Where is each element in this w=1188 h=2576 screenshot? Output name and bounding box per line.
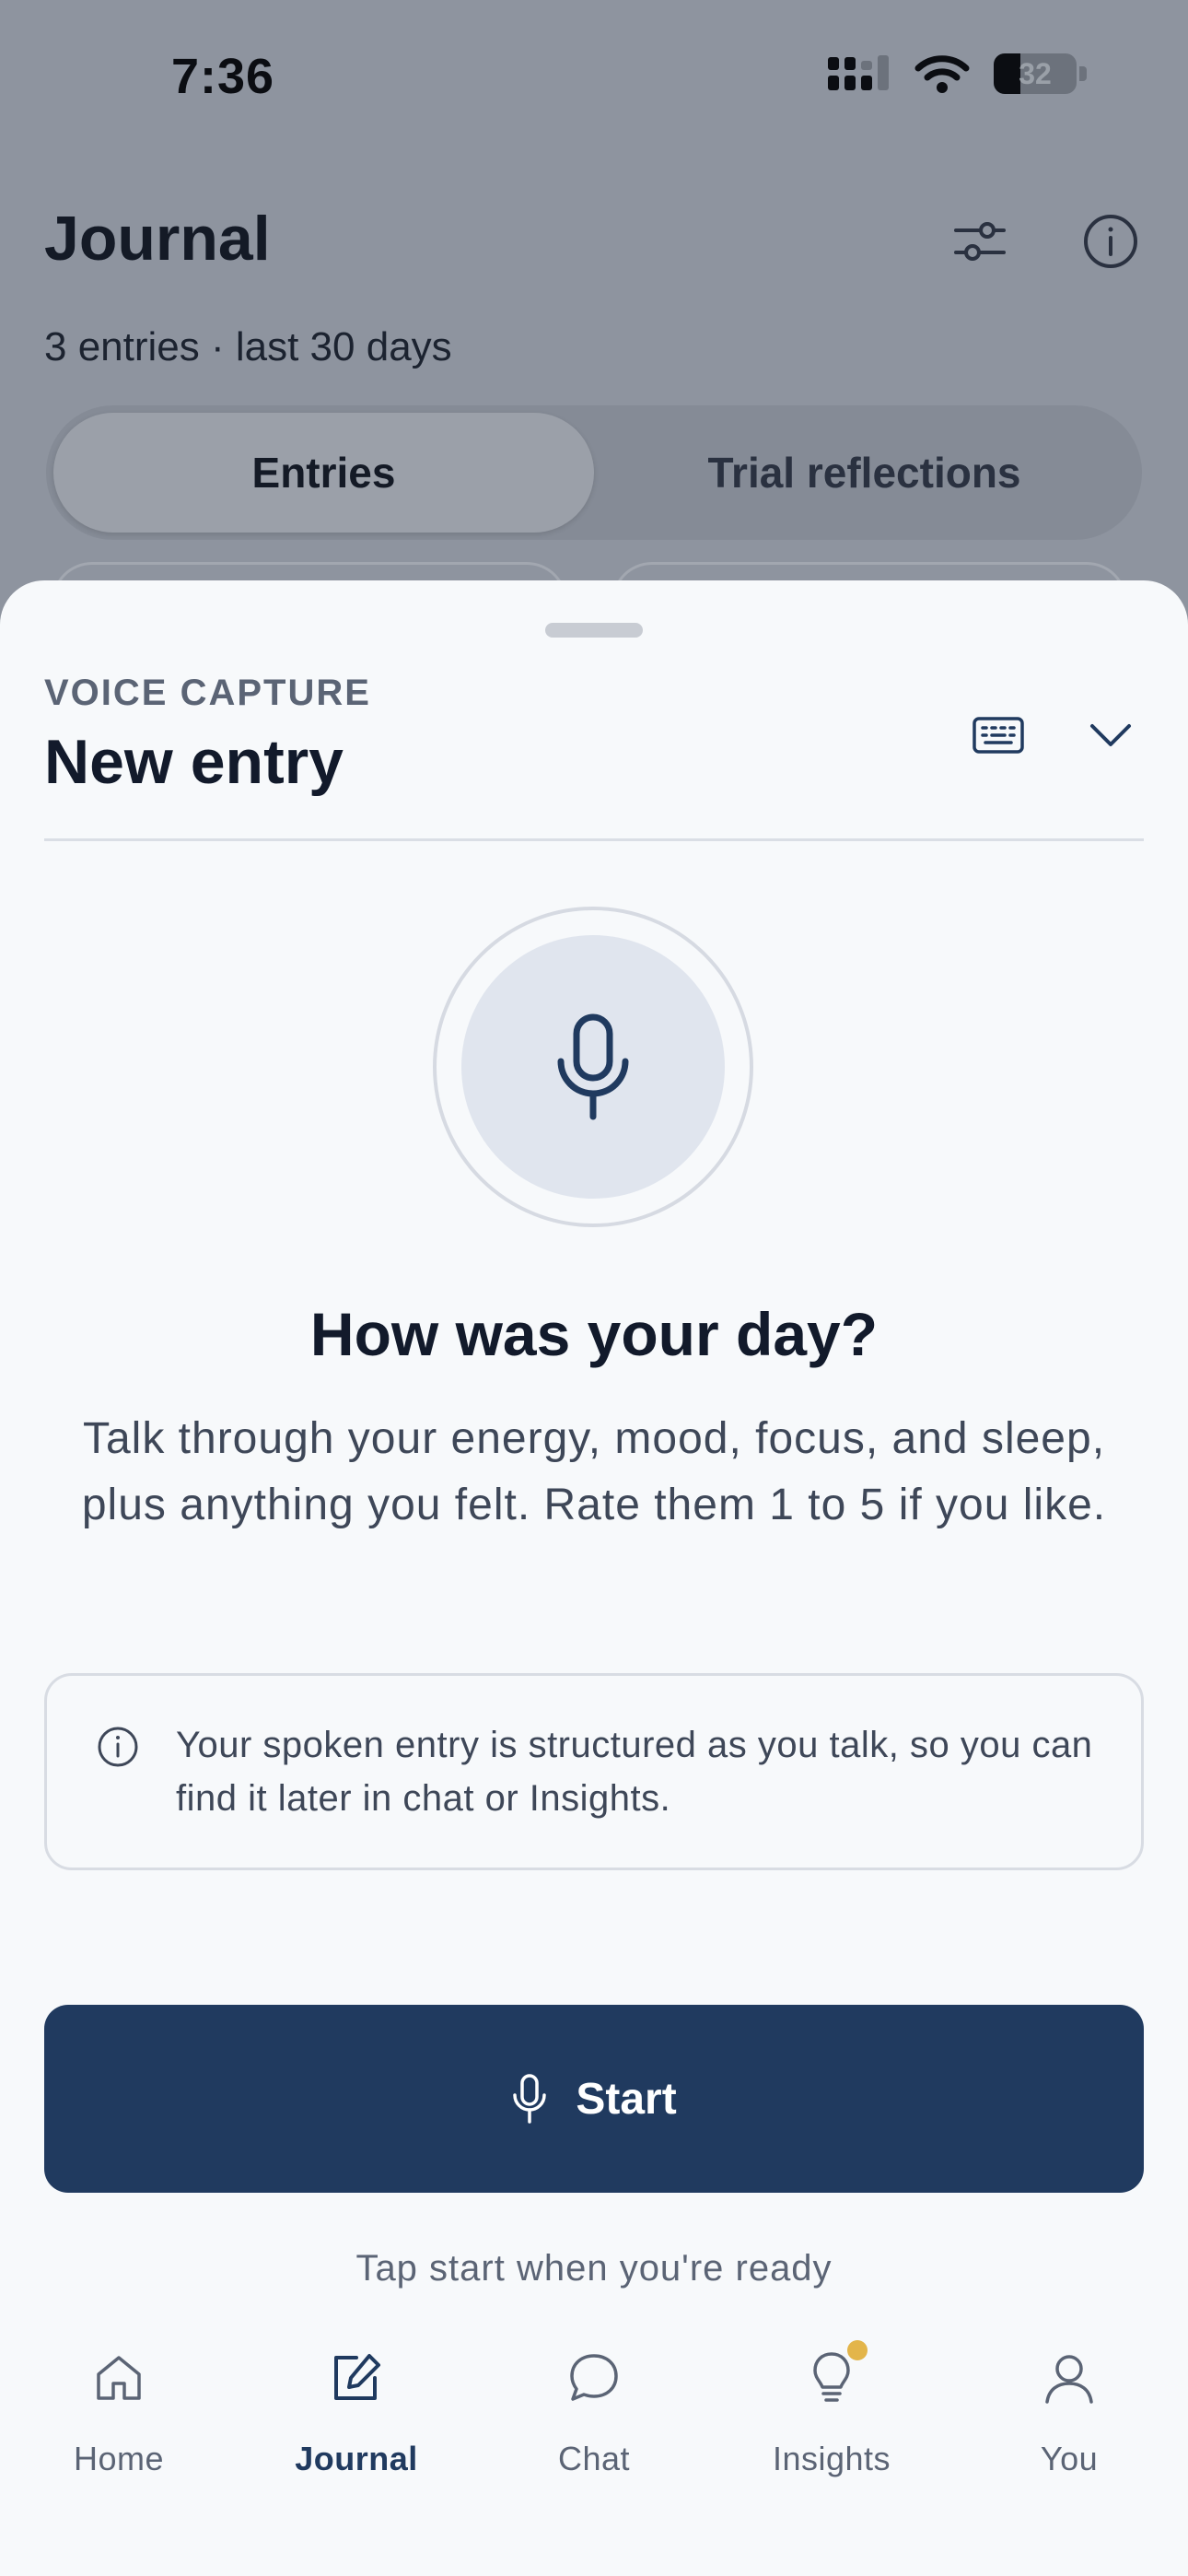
notification-dot [847,2340,868,2360]
status-time: 7:36 [171,49,275,104]
screen: 7:36 32 Journal 3 entries · last 30 days… [0,0,1188,2576]
tab-label: You [1040,2440,1099,2477]
lightbulb-icon [799,2340,868,2410]
prompt-title: How was your day? [309,1300,879,1368]
start-button[interactable]: Start [44,2005,1144,2193]
sheet-title: New entry [44,727,344,797]
start-hint: Tap start when you're ready [355,2248,833,2289]
microphone-icon [513,2074,547,2124]
sheet-actions [965,702,1144,768]
battery-icon: 32 [994,53,1077,94]
filter-button[interactable] [947,208,1013,275]
status-bar: 7:36 32 [0,0,1188,157]
entries-summary: 3 entries · last 30 days [44,324,452,369]
record-button[interactable] [433,907,753,1227]
voice-capture-sheet: VOICE CAPTURE New entry How was your day… [0,580,1188,2576]
info-note-text: Your spoken entry is structured as you t… [176,1725,1093,1819]
divider [44,838,1144,841]
page-title: Journal [44,204,271,274]
header-actions [947,208,1144,275]
info-button[interactable] [1077,208,1144,275]
mic-circle [461,935,725,1199]
sliders-icon [954,222,1006,261]
user-icon [1037,2346,1101,2410]
collapse-sheet-button[interactable] [1077,702,1144,768]
tab-label: Home [73,2440,165,2477]
info-icon [98,1727,138,1767]
tab-label: Journal [295,2440,418,2477]
tab-chat[interactable]: Chat [475,2303,713,2576]
chat-bubble-icon [562,2346,626,2410]
wifi-icon [914,55,970,93]
segment-trial-reflections[interactable]: Trial reflections [594,413,1135,533]
info-note: Your spoken entry is structured as you t… [44,1673,1144,1870]
segmented-control: Entries Trial reflections [46,405,1142,540]
status-icons: 32 [826,53,1087,94]
tab-bar: Home Journal Chat Insights You [0,2303,1188,2576]
cellular-signal-icon [828,55,889,90]
home-icon [87,2346,151,2410]
edit-icon [324,2346,389,2410]
battery-level: 32 [1019,57,1052,90]
keyboard-mode-button[interactable] [965,702,1031,768]
microphone-icon [557,1013,629,1120]
sheet-grabber[interactable] [545,623,643,638]
segment-entries[interactable]: Entries [53,413,594,533]
tab-label: Insights [772,2440,891,2477]
tab-journal[interactable]: Journal [238,2303,475,2576]
start-button-label: Start [576,2074,677,2124]
keyboard-icon [973,717,1024,754]
tab-home[interactable]: Home [0,2303,238,2576]
chevron-down-icon [1090,724,1131,746]
tab-insights[interactable]: Insights [713,2303,950,2576]
info-icon [1084,215,1137,268]
battery-indicator: 32 [994,53,1087,94]
sheet-eyebrow: VOICE CAPTURE [44,673,371,713]
tab-you[interactable]: You [950,2303,1188,2576]
tab-label: Chat [557,2440,631,2477]
prompt-body: Talk through your energy, mood, focus, a… [81,1414,1107,1529]
